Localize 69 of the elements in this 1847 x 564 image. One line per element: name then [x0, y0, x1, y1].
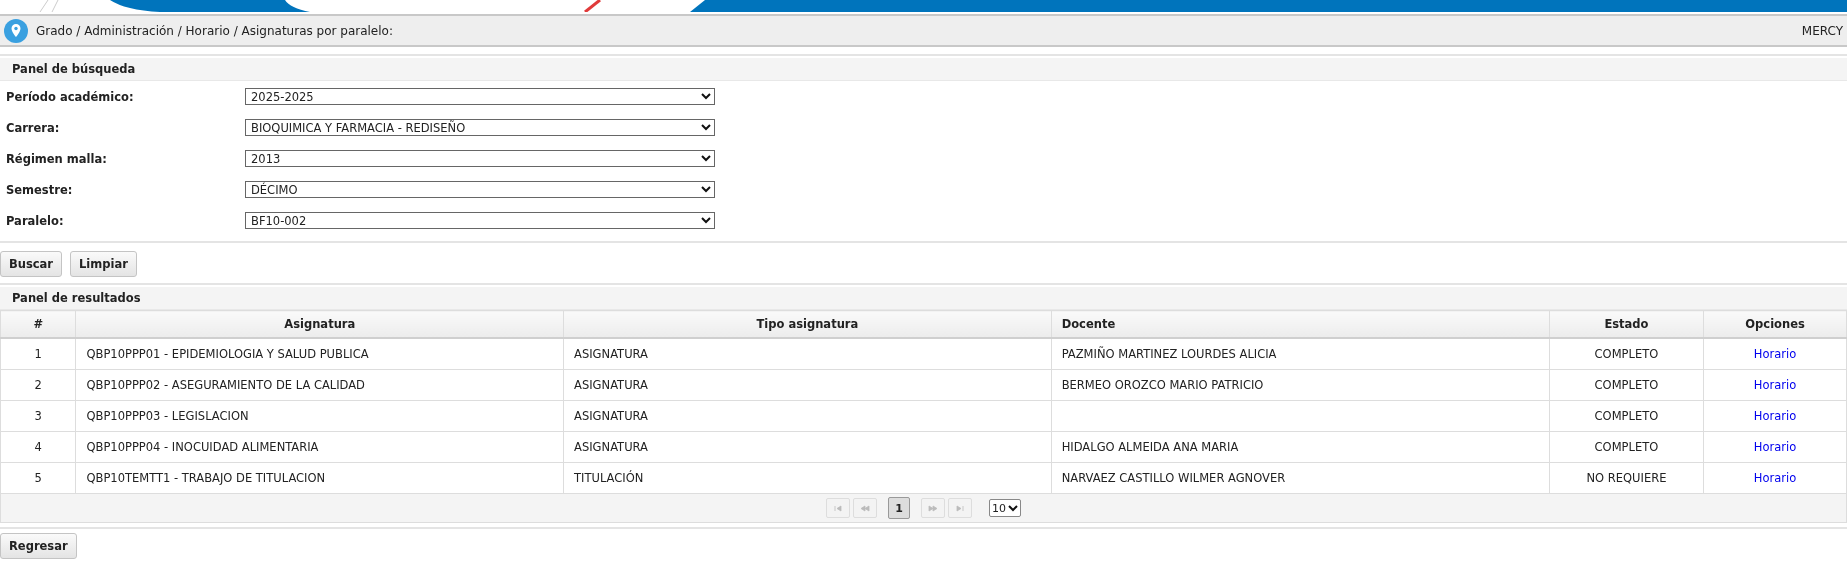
dropdown-field[interactable]: 2013 — [245, 150, 715, 167]
chevron-down-icon — [701, 217, 711, 224]
field-label: Régimen malla: — [6, 151, 108, 166]
column-header: Opciones — [1703, 310, 1847, 338]
table-cell: ASIGNATURA — [574, 347, 648, 361]
column-header: Docente — [1051, 310, 1550, 338]
field-label: Período académico: — [6, 89, 135, 104]
chevron-down-icon — [701, 155, 711, 162]
chevron-down-icon — [1008, 504, 1018, 512]
page-size-select[interactable]: 10 — [989, 499, 1021, 517]
table-cell: NO REQUIERE — [1586, 471, 1667, 485]
table-cell: 2 — [34, 378, 42, 392]
table-cell: ASIGNATURA — [574, 378, 648, 392]
schedule-link[interactable]: Horario — [1753, 471, 1797, 485]
schedule-link[interactable]: Horario — [1753, 440, 1797, 454]
table-cell: 1 — [34, 347, 42, 361]
prev-arrow-icon — [860, 504, 870, 512]
table-cell: COMPLETO — [1594, 409, 1659, 423]
table-cell: ASIGNATURA — [574, 409, 648, 423]
dropdown-field[interactable]: BIOQUIMICA Y FARMACIA - REDISEÑO — [245, 119, 715, 136]
location-pin-icon — [4, 18, 28, 43]
dropdown-field[interactable]: BF10-002 — [245, 212, 715, 229]
dropdown-field[interactable]: 2025-2025 — [245, 88, 715, 105]
table-cell: PAZMIÑO MARTINEZ LOURDES ALICIA — [1061, 347, 1277, 361]
column-header: # — [0, 310, 76, 338]
table-cell: QBP10TEMTT1 - TRABAJO DE TITULACION — [86, 471, 326, 485]
table-cell: COMPLETO — [1594, 378, 1659, 392]
first-arrow-icon — [833, 504, 843, 512]
table-cell: NARVAEZ CASTILLO WILMER AGNOVER — [1061, 471, 1286, 485]
column-header: Tipo asignatura — [563, 310, 1052, 338]
field-label: Paralelo: — [6, 213, 65, 228]
table-cell: TITULACIÓN — [574, 471, 644, 485]
dropdown-field[interactable]: DÉCIMO — [245, 181, 715, 198]
last-page-button[interactable] — [948, 498, 972, 518]
table-cell: 3 — [34, 409, 42, 423]
schedule-link[interactable]: Horario — [1753, 347, 1797, 361]
table-cell: 4 — [34, 440, 42, 454]
next-page-button[interactable] — [921, 498, 945, 518]
last-arrow-icon — [955, 504, 965, 512]
clear-button[interactable]: Limpiar — [70, 251, 137, 277]
first-page-button[interactable] — [826, 498, 850, 518]
table-cell: QBP10PPP01 - EPIDEMIOLOGIA Y SALUD PUBLICA — [86, 347, 369, 361]
table-cell: ASIGNATURA — [574, 440, 648, 454]
table-cell: QBP10PPP04 - INOCUIDAD ALIMENTARIA — [86, 440, 319, 454]
table-cell: BERMEO OROZCO MARIO PATRICIO — [1061, 378, 1264, 392]
breadcrumb: Grado / Administración / Horario / Asignaturas por paralelo: — [36, 23, 394, 38]
table-cell: 5 — [34, 471, 42, 485]
schedule-link[interactable]: Horario — [1753, 409, 1797, 423]
table-cell: COMPLETO — [1594, 440, 1659, 454]
column-header: Estado — [1549, 310, 1704, 338]
chevron-down-icon — [701, 93, 711, 100]
prev-page-button[interactable] — [853, 498, 877, 518]
panel-title: Panel de resultados — [12, 291, 141, 305]
search-button[interactable]: Buscar — [0, 251, 63, 277]
chevron-down-icon — [701, 186, 711, 193]
table-cell: COMPLETO — [1594, 347, 1659, 361]
back-button[interactable]: Regresar — [0, 533, 77, 559]
table-cell: QBP10PPP02 - ASEGURAMIENTO DE LA CALIDAD — [86, 378, 365, 392]
page-button[interactable]: 1 — [888, 497, 910, 519]
user-name: MERCY — [1801, 23, 1843, 38]
schedule-link[interactable]: Horario — [1753, 378, 1797, 392]
table-cell: QBP10PPP03 - LEGISLACION — [86, 409, 249, 423]
chevron-down-icon — [701, 124, 711, 131]
field-label: Carrera: — [6, 120, 61, 135]
field-label: Semestre: — [6, 182, 74, 197]
column-header: Asignatura — [75, 310, 564, 338]
panel-title: Panel de búsqueda — [12, 62, 136, 76]
table-cell: HIDALGO ALMEIDA ANA MARIA — [1061, 440, 1239, 454]
next-arrow-icon — [928, 504, 938, 512]
